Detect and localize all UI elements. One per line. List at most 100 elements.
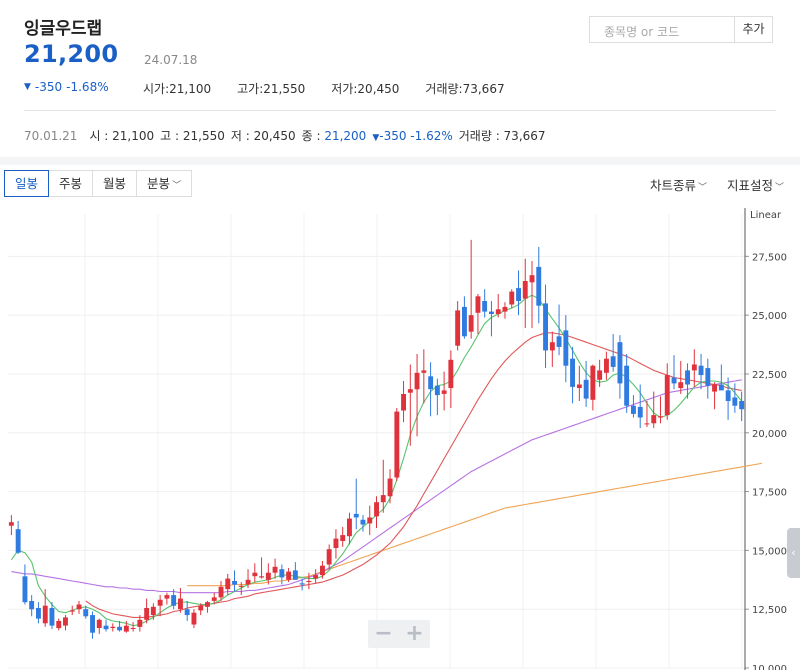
history-volume-label: 거래량 — [458, 129, 492, 143]
high-label: 고가 — [237, 82, 260, 96]
candle-body — [225, 578, 231, 590]
candle-body — [387, 478, 393, 497]
candle-body — [218, 586, 224, 598]
low-label: 저가 — [331, 82, 354, 96]
period-tabs: 일봉 주봉 월봉 분봉 ﹀ — [4, 170, 193, 197]
chart-type-dropdown[interactable]: 차트종류 ﹀ — [650, 175, 707, 194]
candle-body — [610, 356, 616, 367]
candle-body — [313, 575, 319, 579]
candle-body — [407, 389, 413, 393]
candle-body — [232, 581, 237, 585]
tab-daily[interactable]: 일봉 — [4, 170, 50, 197]
history-open: 21,100 — [112, 129, 155, 143]
candle-body — [718, 384, 724, 391]
candle-body — [434, 385, 440, 396]
divider — [24, 110, 776, 111]
candle-body — [198, 605, 204, 611]
candle-body — [367, 517, 373, 524]
minus-icon[interactable]: − — [374, 621, 392, 647]
candle-body — [83, 609, 89, 617]
tab-monthly[interactable]: 월봉 — [93, 170, 138, 197]
candle-body — [238, 585, 244, 587]
section-gap — [0, 157, 800, 165]
volume-label: 거래량 — [425, 82, 459, 96]
candle-body — [272, 566, 278, 573]
candle-body — [184, 609, 190, 616]
candle-body — [22, 576, 28, 603]
candle-body — [468, 315, 474, 332]
candle-body — [164, 595, 170, 599]
add-button[interactable]: 추가 — [734, 16, 773, 43]
candle-body — [292, 570, 298, 580]
history-row: 70.01.21 시 : 21,100 고 : 21,550 저 : 20,45… — [24, 128, 546, 144]
candle-body — [448, 359, 454, 388]
candle-body — [502, 306, 508, 312]
candle-body — [462, 306, 467, 337]
tab-weekly[interactable]: 주봉 — [49, 170, 94, 197]
chevron-down-icon: ﹀ — [774, 183, 784, 193]
candle-body — [651, 415, 657, 424]
candle-body — [543, 303, 548, 351]
candle-body — [495, 309, 501, 314]
ma20-line — [85, 332, 742, 618]
candle-body — [144, 608, 150, 620]
candle-body — [374, 502, 379, 517]
ma5-line — [10, 294, 743, 627]
history-high: 21,550 — [182, 129, 225, 143]
history-date: 70.01.21 — [24, 128, 78, 143]
candle-body — [556, 336, 562, 347]
candle-body — [441, 390, 447, 394]
y-tick-label: 20,000 — [752, 429, 787, 440]
y-tick-label: 10,000 — [752, 664, 787, 670]
search-input[interactable]: 종목명 or 코드 — [589, 16, 735, 43]
tab-minute[interactable]: 분봉 ﹀ — [137, 170, 193, 197]
tab-minute-label: 분봉 — [147, 176, 171, 191]
low-value: 20,450 — [357, 82, 400, 96]
candle-body — [265, 572, 271, 580]
candle-body — [320, 565, 325, 576]
candle-body — [664, 375, 670, 416]
candle-body — [56, 621, 62, 629]
candle-body — [604, 358, 609, 373]
history-close-label: 종 — [301, 129, 313, 143]
side-panel-handle[interactable]: ‹ — [787, 528, 800, 578]
indicator-settings-dropdown[interactable]: 지표설정 ﹀ — [727, 175, 784, 194]
candle-body — [536, 266, 542, 306]
y-tick-label: 15,000 — [752, 546, 787, 557]
candle-body — [211, 597, 217, 601]
open-value: 21,100 — [169, 82, 212, 96]
candle-body — [36, 608, 41, 619]
candlestick-chart[interactable]: 27,500 25,000 22,500 20,000 17,500 15,000 12,5… — [0, 208, 800, 670]
scale-label: Linear — [750, 210, 782, 221]
candle-body — [590, 365, 596, 400]
candle-body — [117, 626, 122, 631]
chevron-left-icon: ‹ — [791, 546, 796, 559]
price-date: 24.07.18 — [144, 53, 198, 67]
candle-body — [8, 522, 14, 526]
change-pct: -1.68% — [66, 80, 109, 94]
candle-body — [286, 571, 292, 580]
candle-body — [529, 275, 535, 283]
candle-body — [76, 604, 82, 610]
history-low-label: 저 — [230, 129, 242, 143]
candle-body — [306, 581, 312, 582]
chart-settings: 차트종류 ﹀ 지표설정 ﹀ — [650, 175, 784, 194]
y-tick-label: 17,500 — [752, 488, 787, 499]
zoom-control: − + — [368, 620, 430, 648]
candle-body — [353, 513, 359, 518]
candle-body — [631, 405, 636, 414]
candle-body — [178, 598, 183, 610]
candle-body — [42, 605, 48, 624]
candle-body — [49, 608, 55, 626]
candle-body — [63, 617, 68, 626]
chart-area[interactable]: 27,500 25,000 22,500 20,000 17,500 15,000 12,5… — [0, 208, 800, 670]
candle-body — [259, 576, 264, 578]
y-tick-label: 12,500 — [752, 605, 787, 616]
down-triangle-icon: ▼ — [24, 82, 31, 92]
candle-body — [394, 411, 400, 478]
candle-body — [90, 615, 95, 633]
stock-name: 잉글우드랩 — [24, 19, 103, 39]
plus-icon[interactable]: + — [405, 621, 423, 647]
candle-body — [624, 365, 630, 406]
candle-body — [347, 518, 352, 537]
